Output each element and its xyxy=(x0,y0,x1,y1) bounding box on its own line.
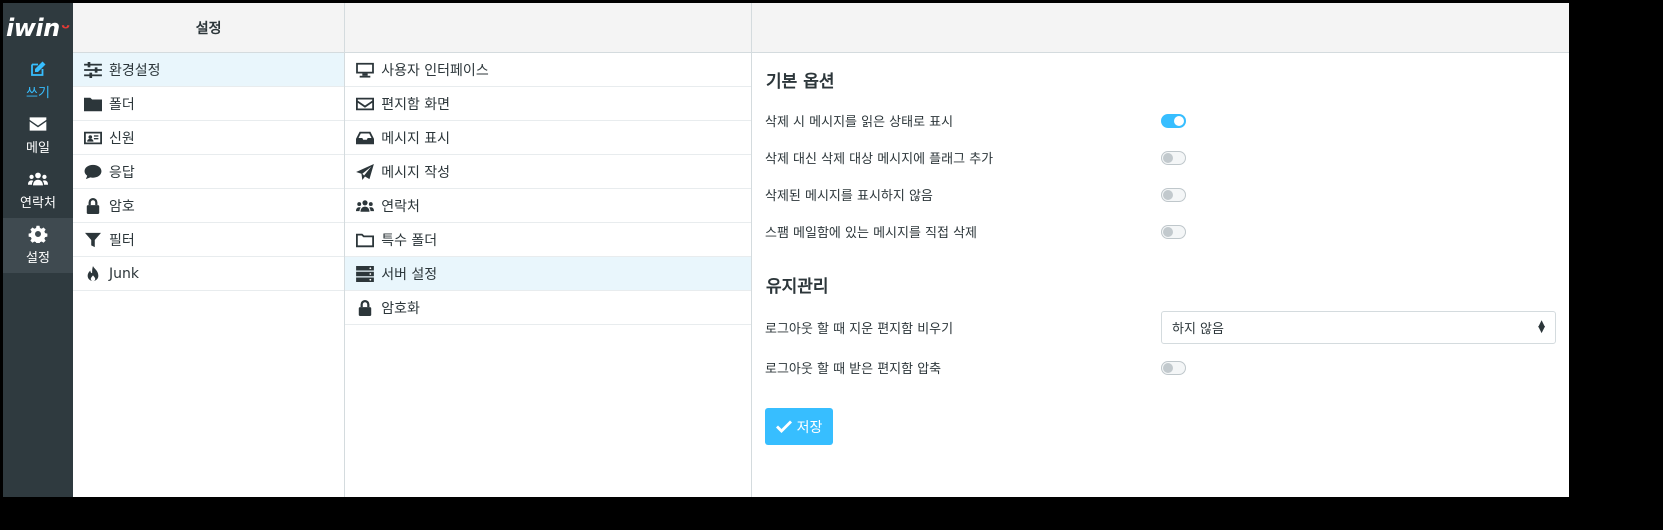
section-label: 환경설정 xyxy=(109,62,161,79)
select-value: 하지 않음 xyxy=(1172,321,1224,337)
nav-mail[interactable]: 메일 xyxy=(3,108,73,163)
select-arrows-icon: ▲ ▼ xyxy=(1538,319,1545,335)
fire-icon xyxy=(83,265,103,283)
pref-label: 사용자 인터페이스 xyxy=(381,62,489,79)
column-header-empty xyxy=(345,3,751,53)
nav-settings-label: 설정 xyxy=(26,251,50,266)
section-label: 필터 xyxy=(109,232,135,249)
pref-user-interface[interactable]: 사용자 인터페이스 xyxy=(345,53,751,87)
option-label: 삭제 시 메시지를 읽은 상태로 표시 xyxy=(765,115,954,130)
pref-contacts[interactable]: 연락처 xyxy=(345,189,751,223)
pref-special-folders[interactable]: 특수 폴더 xyxy=(345,223,751,257)
nav-contacts[interactable]: 연락처 xyxy=(3,163,73,218)
server-icon xyxy=(355,265,375,283)
column-header: 설정 xyxy=(73,3,345,53)
nav-settings[interactable]: 설정 xyxy=(3,218,73,273)
section-folders[interactable]: 폴더 xyxy=(73,87,345,121)
option-row: 로그아웃 할 때 지운 편지함 비우기 하지 않음 ▲ ▼ xyxy=(765,307,1556,347)
lock-icon xyxy=(83,197,103,215)
nav-compose[interactable]: 쓰기 xyxy=(3,53,73,108)
option-label: 삭제 대신 삭제 대상 메시지에 플래그 추가 xyxy=(765,152,994,167)
option-label: 삭제된 메시지를 표시하지 않음 xyxy=(765,189,933,204)
section-password[interactable]: 암호 xyxy=(73,189,345,223)
preference-sections-column: 사용자 인터페이스 편지함 화면 메시지 표시 메시지 작성 연락처 특수 폴더… xyxy=(345,3,752,497)
section-filters[interactable]: 필터 xyxy=(73,223,345,257)
comment-icon xyxy=(83,163,103,181)
option-label: 로그아웃 할 때 받은 편지함 압축 xyxy=(765,362,942,377)
pref-label: 메시지 작성 xyxy=(381,164,451,181)
monitor-icon xyxy=(355,61,375,79)
main-nav: iwin ᵕ 쓰기 메일 연락처 설정 xyxy=(3,3,73,497)
section-label: Junk xyxy=(109,265,139,282)
envelope-icon xyxy=(29,117,47,131)
logo: iwin ᵕ xyxy=(3,3,73,53)
option-row: 삭제된 메시지를 표시하지 않음 xyxy=(765,176,1556,213)
section-label: 응답 xyxy=(109,164,135,181)
section-title-maintenance: 유지관리 xyxy=(766,277,829,297)
flag-for-deletion-toggle[interactable] xyxy=(1161,150,1186,165)
pref-label: 편지함 화면 xyxy=(381,96,451,113)
logo-mark: ᵕ xyxy=(60,16,71,40)
clear-trash-select[interactable]: 하지 않음 ▲ ▼ xyxy=(1161,310,1556,344)
section-identities[interactable]: 신원 xyxy=(73,121,345,155)
section-junk[interactable]: Junk xyxy=(73,257,345,291)
gear-icon xyxy=(28,225,48,243)
section-preferences[interactable]: 환경설정 xyxy=(73,53,345,87)
compact-inbox-toggle[interactable] xyxy=(1161,360,1186,375)
nav-compose-label: 쓰기 xyxy=(26,86,50,101)
check-icon xyxy=(775,420,792,433)
option-label: 로그아웃 할 때 지운 편지함 비우기 xyxy=(765,321,954,337)
pref-mailbox-view[interactable]: 편지함 화면 xyxy=(345,87,751,121)
option-row: 삭제 시 메시지를 읽은 상태로 표시 xyxy=(765,102,1556,139)
option-row: 삭제 대신 삭제 대상 메시지에 플래그 추가 xyxy=(765,139,1556,176)
inbox-icon xyxy=(355,129,375,147)
settings-form: 기본 옵션 삭제 시 메시지를 읽은 상태로 표시 삭제 대신 삭제 대상 메시… xyxy=(752,53,1569,459)
pref-label: 암호화 xyxy=(381,300,420,317)
pref-label: 서버 설정 xyxy=(381,266,438,283)
pref-composing-messages[interactable]: 메시지 작성 xyxy=(345,155,751,189)
paper-plane-icon xyxy=(355,163,375,181)
option-label: 스팸 메일함에 있는 메시지를 직접 삭제 xyxy=(765,226,978,241)
contacts-icon xyxy=(28,172,48,186)
section-label: 암호 xyxy=(109,198,135,215)
folder-icon xyxy=(83,95,103,113)
envelope-outline-icon xyxy=(355,95,375,113)
nav-contacts-label: 연락처 xyxy=(20,196,56,211)
save-button-label: 저장 xyxy=(796,419,823,436)
filter-icon xyxy=(83,231,103,249)
id-card-icon xyxy=(83,129,103,147)
settings-sections-column: 설정 환경설정 폴더 신원 응답 암호 필터 Junk xyxy=(73,3,346,497)
lock-icon xyxy=(355,299,375,317)
sliders-icon xyxy=(83,61,103,79)
logo-text: iwin xyxy=(6,14,60,42)
nav-mail-label: 메일 xyxy=(26,141,50,156)
option-row: 로그아웃 할 때 받은 편지함 압축 xyxy=(765,349,1556,386)
read-on-delete-toggle[interactable] xyxy=(1161,113,1186,128)
skip-deleted-toggle[interactable] xyxy=(1161,187,1186,202)
pref-label: 특수 폴더 xyxy=(381,232,438,249)
section-title-basic: 기본 옵션 xyxy=(766,72,835,92)
compose-icon xyxy=(31,61,46,76)
pref-label: 메시지 표시 xyxy=(381,130,451,147)
pref-server-settings[interactable]: 서버 설정 xyxy=(345,257,751,291)
users-icon xyxy=(355,197,375,215)
server-settings-panel: 기본 옵션 삭제 시 메시지를 읽은 상태로 표시 삭제 대신 삭제 대상 메시… xyxy=(752,3,1569,497)
section-label: 신원 xyxy=(109,130,135,147)
section-label: 폴더 xyxy=(109,96,135,113)
pref-label: 연락처 xyxy=(381,198,420,215)
option-row: 스팸 메일함에 있는 메시지를 직접 삭제 xyxy=(765,213,1556,250)
delete-junk-toggle[interactable] xyxy=(1161,224,1186,239)
pref-displaying-messages[interactable]: 메시지 표시 xyxy=(345,121,751,155)
app-window: iwin ᵕ 쓰기 메일 연락처 설정 설정 환경설정 폴더 신원 응답 암호 … xyxy=(3,3,1569,497)
pref-encryption[interactable]: 암호화 xyxy=(345,291,751,325)
panel-header-empty xyxy=(752,3,1569,53)
folder-outline-icon xyxy=(355,231,375,249)
save-button[interactable]: 저장 xyxy=(765,408,833,445)
section-responses[interactable]: 응답 xyxy=(73,155,345,189)
